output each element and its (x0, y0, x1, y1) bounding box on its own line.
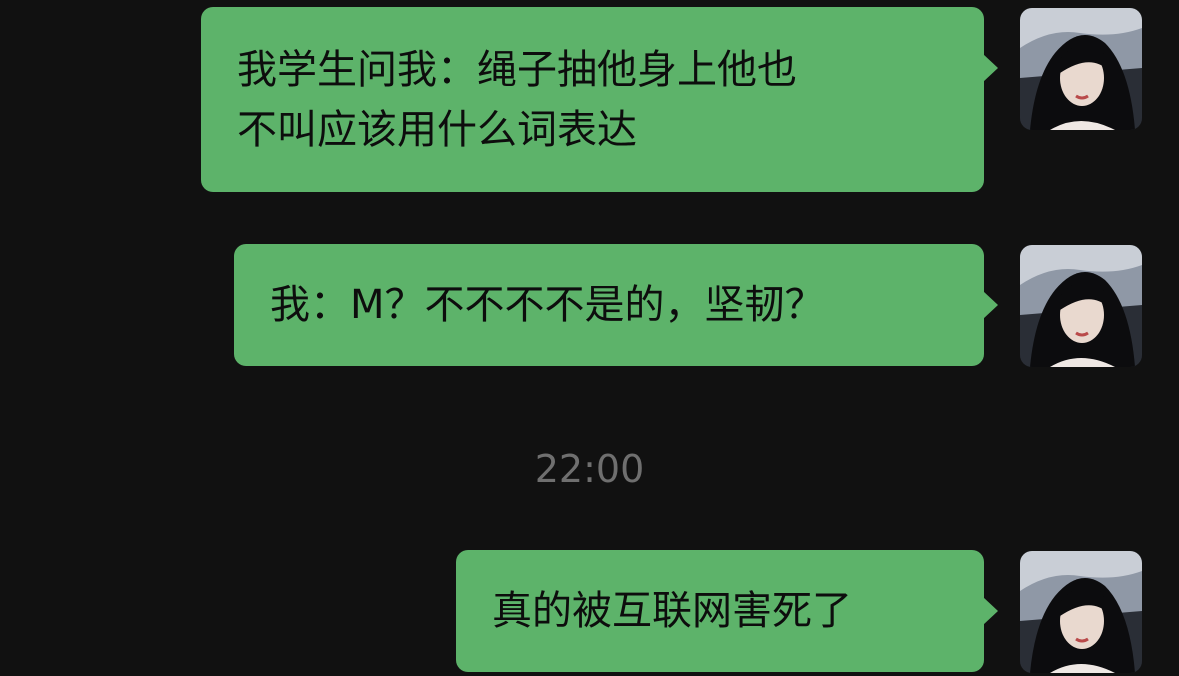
message-bubble[interactable]: 我学生问我：绳子抽他身上他也 不叫应该用什么词表达 (201, 7, 998, 192)
user-avatar-icon[interactable] (1020, 8, 1142, 130)
user-avatar-icon[interactable] (1020, 551, 1142, 673)
user-avatar-icon[interactable] (1020, 245, 1142, 367)
message-timestamp: 22:00 (534, 447, 645, 491)
message-text: 我：M？不不不不是的，坚韧？ (270, 282, 825, 328)
message-bubble[interactable]: 我：M？不不不不是的，坚韧？ (234, 244, 998, 366)
message-text: 真的被互联网害死了 (492, 588, 852, 634)
message-bubble[interactable]: 真的被互联网害死了 (456, 550, 998, 672)
message-text: 我学生问我：绳子抽他身上他也 不叫应该用什么词表达 (237, 47, 797, 153)
